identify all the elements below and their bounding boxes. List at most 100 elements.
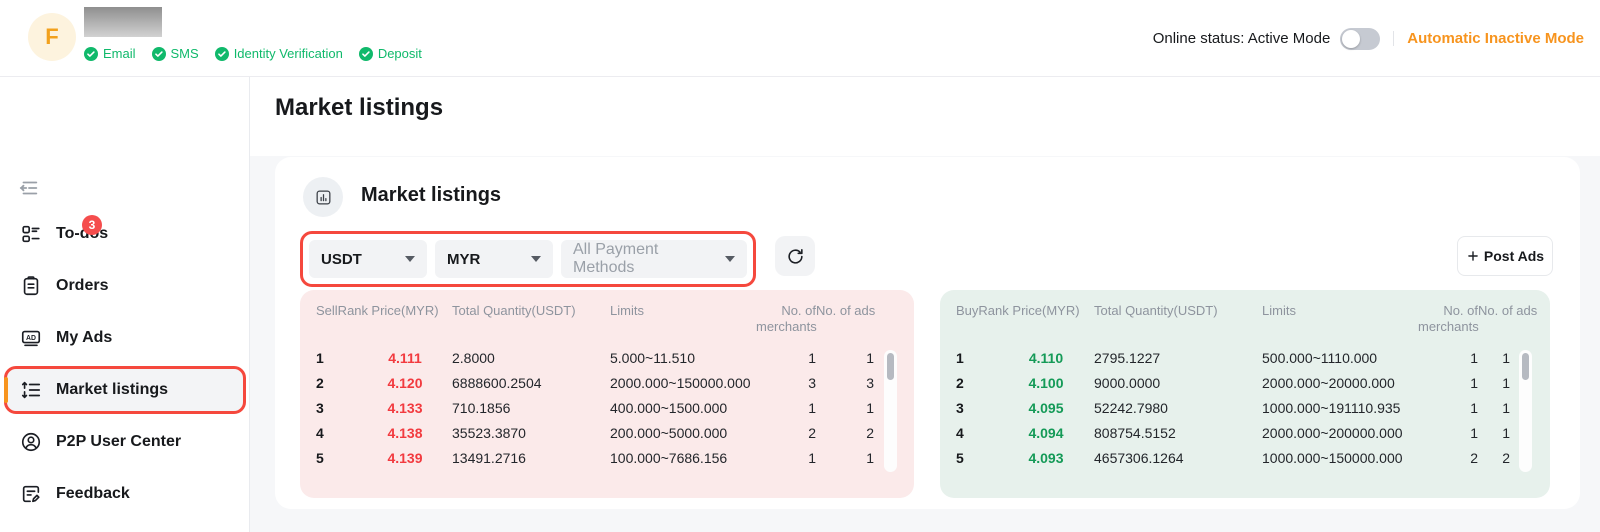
online-status-toggle[interactable] bbox=[1340, 28, 1380, 50]
sidebar-item-label: My Ads bbox=[56, 329, 112, 347]
cell-merchants: 2 bbox=[756, 425, 816, 441]
post-ads-button[interactable]: Post Ads bbox=[1457, 236, 1553, 276]
verification-label: SMS bbox=[171, 46, 199, 61]
feedback-icon bbox=[20, 483, 42, 505]
payment-select-value: All Payment Methods bbox=[573, 241, 713, 277]
check-circle-icon bbox=[215, 47, 229, 61]
col-price: Price(MYR) bbox=[358, 303, 452, 319]
cell-rank: 5 bbox=[956, 450, 998, 466]
cell-merchants: 1 bbox=[1418, 400, 1478, 416]
verification-badge-sms: SMS bbox=[152, 46, 199, 61]
col-price: Price(MYR) bbox=[998, 303, 1094, 319]
cell-price: 4.138 bbox=[358, 425, 452, 441]
post-ads-label: Post Ads bbox=[1484, 248, 1544, 264]
sidebar-collapse-button[interactable] bbox=[18, 177, 40, 199]
verification-label: Email bbox=[103, 46, 136, 61]
table-row: 24.1009000.00002000.000~20000.00011 bbox=[956, 370, 1534, 395]
cell-rank: 3 bbox=[316, 400, 358, 416]
crypto-select[interactable]: USDT bbox=[309, 240, 427, 278]
cell-quantity: 35523.3870 bbox=[452, 425, 610, 441]
automatic-inactive-mode-link[interactable]: Automatic Inactive Mode bbox=[1407, 30, 1584, 47]
cell-limits: 1000.000~150000.000 bbox=[1262, 450, 1418, 466]
scrollbar-thumb[interactable] bbox=[1522, 353, 1529, 380]
cell-price: 4.111 bbox=[358, 350, 452, 366]
online-status-label: Online status: Active Mode bbox=[1153, 30, 1331, 47]
orders-icon bbox=[20, 275, 42, 297]
buy-table-scrollbar[interactable] bbox=[1519, 350, 1532, 472]
col-ads: No. of ads bbox=[1478, 303, 1561, 319]
buy-listings-panel: BuyRank Price(MYR) Total Quantity(USDT) … bbox=[940, 290, 1550, 498]
scrollbar-thumb[interactable] bbox=[887, 353, 894, 380]
cell-price: 4.133 bbox=[358, 400, 452, 416]
cell-rank: 1 bbox=[956, 350, 998, 366]
cell-limits: 400.000~1500.000 bbox=[610, 400, 756, 416]
table-row: 34.09552242.79801000.000~191110.93511 bbox=[956, 395, 1534, 420]
cell-rank: 4 bbox=[316, 425, 358, 441]
chevron-down-icon bbox=[725, 256, 735, 262]
col-quantity: Total Quantity(USDT) bbox=[1094, 303, 1262, 319]
cell-limits: 100.000~7686.156 bbox=[610, 450, 756, 466]
sidebar: To-dos 3 Orders AD My Ads Market listing… bbox=[0, 77, 250, 532]
payment-method-select[interactable]: All Payment Methods bbox=[561, 240, 747, 278]
cell-price: 4.120 bbox=[358, 375, 452, 391]
sidebar-item-market-listings[interactable]: Market listings bbox=[0, 368, 250, 412]
sidebar-item-label: Feedback bbox=[56, 485, 130, 503]
cell-price: 4.095 bbox=[998, 400, 1094, 416]
sidebar-item-p2p-user-center[interactable]: P2P User Center bbox=[0, 420, 250, 464]
sidebar-item-feedback[interactable]: Feedback bbox=[0, 472, 250, 516]
chevron-down-icon bbox=[531, 256, 541, 262]
sell-table-header: SellRank Price(MYR) Total Quantity(USDT)… bbox=[316, 303, 898, 337]
col-limits: Limits bbox=[1262, 303, 1418, 319]
cell-limits: 500.000~1110.000 bbox=[1262, 350, 1418, 366]
user-center-icon bbox=[20, 431, 42, 453]
sidebar-item-my-ads[interactable]: AD My Ads bbox=[0, 316, 250, 360]
col-ads: No. of ads bbox=[816, 303, 899, 319]
cell-price: 4.093 bbox=[998, 450, 1094, 466]
verification-label: Deposit bbox=[378, 46, 422, 61]
cell-quantity: 6888600.2504 bbox=[452, 375, 610, 391]
cell-rank: 4 bbox=[956, 425, 998, 441]
cell-quantity: 808754.5152 bbox=[1094, 425, 1262, 441]
sell-table-scrollbar[interactable] bbox=[884, 350, 897, 472]
check-circle-icon bbox=[359, 47, 373, 61]
todos-count-badge: 3 bbox=[82, 215, 102, 235]
cell-limits: 5.000~11.510 bbox=[610, 350, 756, 366]
cell-merchants: 1 bbox=[1418, 350, 1478, 366]
cell-rank: 5 bbox=[316, 450, 358, 466]
table-row: 44.094808754.51522000.000~200000.00011 bbox=[956, 420, 1534, 445]
svg-text:AD: AD bbox=[26, 335, 36, 342]
refresh-icon bbox=[786, 247, 805, 266]
crypto-select-value: USDT bbox=[321, 251, 362, 268]
cell-quantity: 2.8000 bbox=[452, 350, 610, 366]
cell-rank: 2 bbox=[316, 375, 358, 391]
avatar[interactable]: F bbox=[28, 13, 76, 61]
divider bbox=[1393, 31, 1394, 46]
cell-quantity: 4657306.1264 bbox=[1094, 450, 1262, 466]
market-listings-icon bbox=[20, 379, 42, 401]
plus-icon bbox=[1466, 249, 1480, 263]
sidebar-item-todos[interactable]: To-dos 3 bbox=[0, 212, 250, 256]
title-background-strip bbox=[250, 77, 1600, 156]
cell-merchants: 1 bbox=[756, 400, 816, 416]
top-header: F Email SMS Identity Verification Deposi… bbox=[0, 0, 1600, 77]
cell-limits: 2000.000~150000.000 bbox=[610, 375, 756, 391]
cell-quantity: 52242.7980 bbox=[1094, 400, 1262, 416]
page-title: Market listings bbox=[275, 94, 443, 122]
toggle-knob bbox=[1342, 30, 1360, 48]
cell-merchants: 2 bbox=[1418, 450, 1478, 466]
fiat-select-value: MYR bbox=[447, 251, 480, 268]
verification-badge-deposit: Deposit bbox=[359, 46, 422, 61]
censored-username bbox=[84, 7, 162, 37]
cell-price: 4.139 bbox=[358, 450, 452, 466]
sidebar-item-label: P2P User Center bbox=[56, 433, 181, 451]
my-ads-icon: AD bbox=[20, 327, 42, 349]
app-root: F Email SMS Identity Verification Deposi… bbox=[0, 0, 1600, 532]
chevron-down-icon bbox=[405, 256, 415, 262]
cell-rank: 2 bbox=[956, 375, 998, 391]
fiat-select[interactable]: MYR bbox=[435, 240, 553, 278]
market-listings-card: Market listings USDT MYR All Payment Met… bbox=[275, 157, 1580, 509]
cell-quantity: 13491.2716 bbox=[452, 450, 610, 466]
sidebar-item-orders[interactable]: Orders bbox=[0, 264, 250, 308]
sell-listings-panel: SellRank Price(MYR) Total Quantity(USDT)… bbox=[300, 290, 914, 498]
refresh-button[interactable] bbox=[775, 236, 815, 276]
